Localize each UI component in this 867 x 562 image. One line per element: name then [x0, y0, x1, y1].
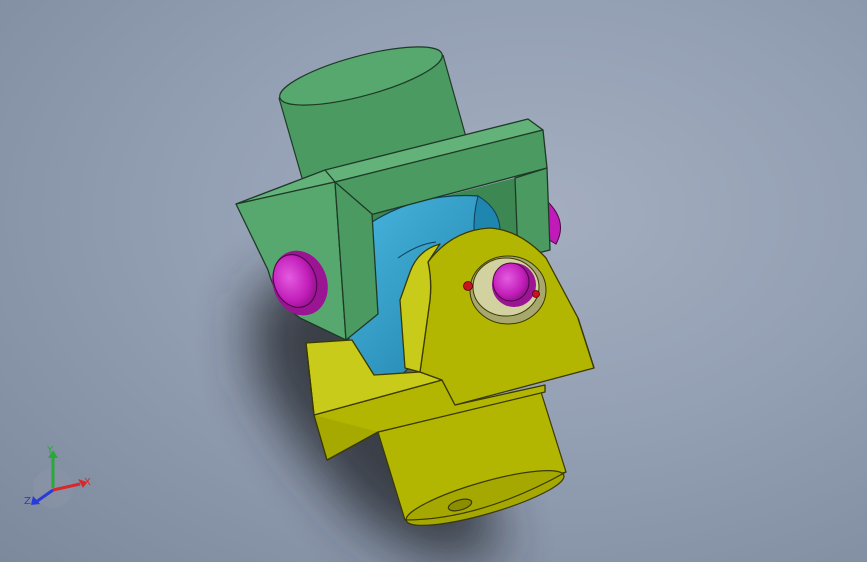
universal-joint-model[interactable] — [0, 0, 867, 562]
reference-triad: Y X Z — [20, 440, 100, 515]
pin-cap-right[interactable] — [492, 262, 536, 307]
graphics-viewport[interactable]: Y X Z — [0, 0, 867, 562]
x-axis-label: X — [84, 477, 91, 488]
z-axis-label: Z — [24, 496, 31, 507]
y-axis-label: Y — [47, 445, 54, 456]
